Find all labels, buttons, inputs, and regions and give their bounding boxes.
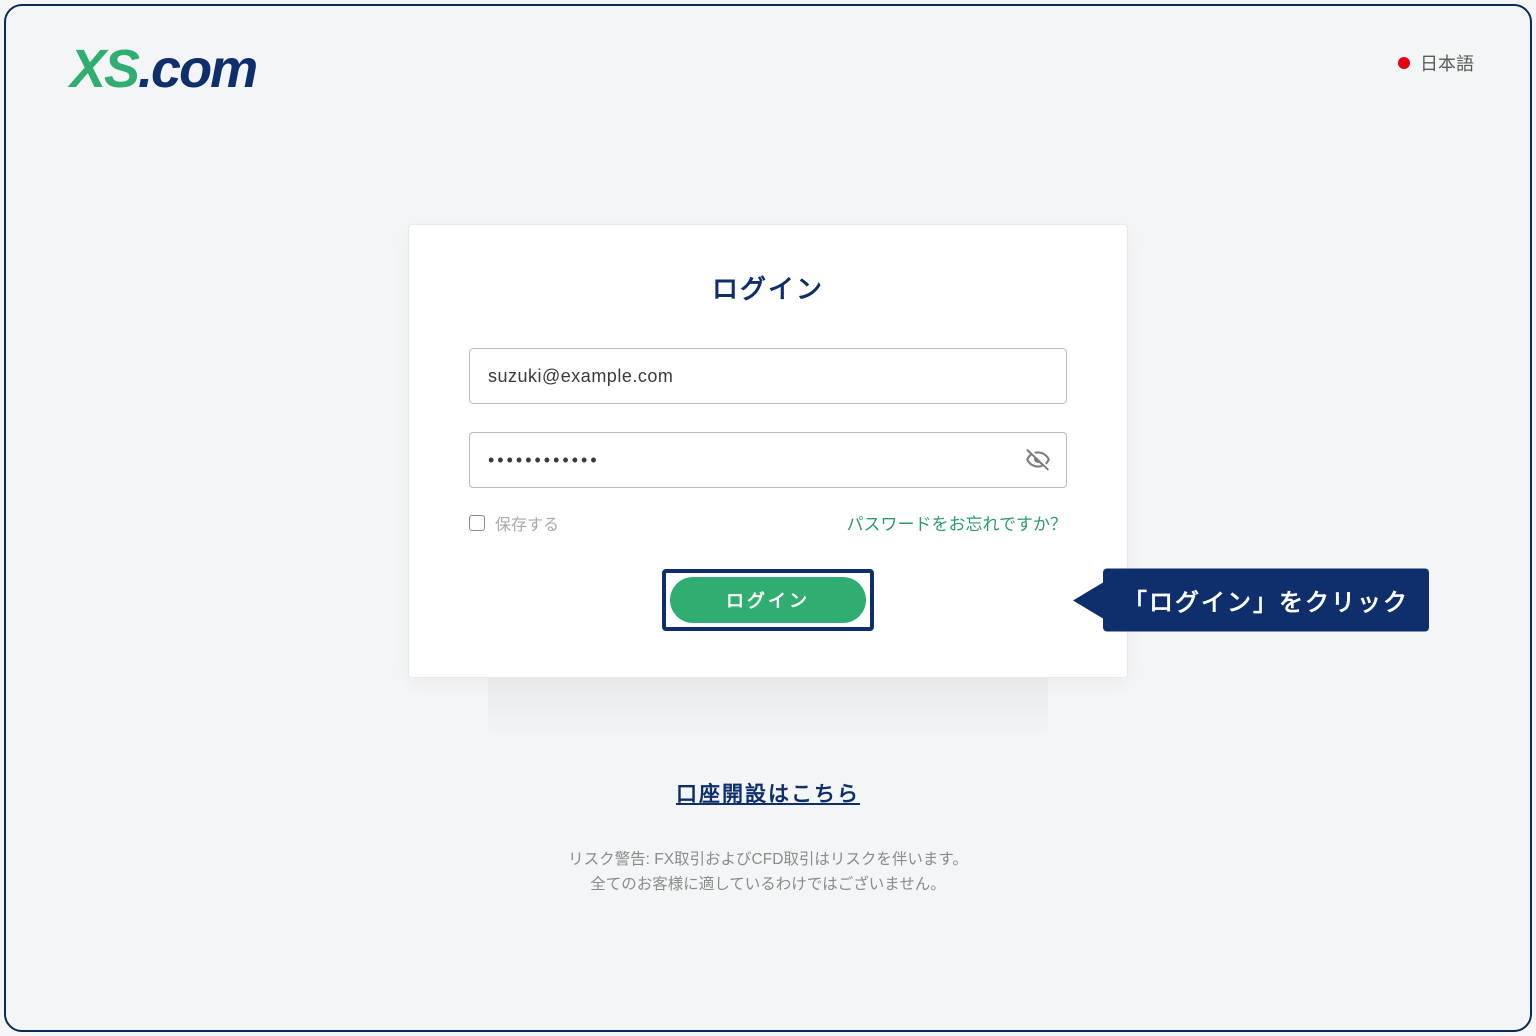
login-button[interactable]: ログイン xyxy=(670,577,866,623)
login-title: ログイン xyxy=(469,269,1067,306)
japan-flag-icon xyxy=(1398,57,1410,69)
signup-wrap: 口座開設はこちら xyxy=(6,778,1530,808)
card-shadow xyxy=(488,678,1048,734)
login-highlight-box: ログイン xyxy=(662,569,874,631)
login-card: ログイン 保存する パスワードをお忘れですか？ ログイン 「ログイン」をクリック xyxy=(408,224,1128,678)
logo-text-com: .com xyxy=(138,42,256,96)
eye-off-icon[interactable] xyxy=(1025,447,1051,473)
logo[interactable]: XS.com xyxy=(70,42,256,96)
language-selector[interactable]: 日本語 xyxy=(1398,50,1474,76)
options-row: 保存する パスワードをお忘れですか？ xyxy=(469,510,1067,535)
language-label: 日本語 xyxy=(1420,50,1474,76)
signup-link[interactable]: 口座開設はこちら xyxy=(676,783,860,806)
risk-line-1: リスク警告: FX取引およびCFD取引はリスクを伴います。 xyxy=(6,848,1530,873)
checkbox-icon xyxy=(469,515,485,531)
callout-wrap: 「ログイン」をクリック xyxy=(1073,569,1429,632)
password-field-wrap xyxy=(469,432,1067,488)
header: XS.com 日本語 xyxy=(6,6,1530,96)
email-field-wrap xyxy=(469,348,1067,404)
forgot-password-link[interactable]: パスワードをお忘れですか？ xyxy=(847,510,1068,535)
risk-warning: リスク警告: FX取引およびCFD取引はリスクを伴います。 全てのお客様に適して… xyxy=(6,848,1530,898)
risk-line-2: 全てのお客様に適しているわけではございません。 xyxy=(6,873,1530,898)
remember-checkbox[interactable]: 保存する xyxy=(469,511,559,535)
logo-text-xs: XS xyxy=(70,42,138,96)
remember-label: 保存する xyxy=(495,511,559,535)
password-field[interactable] xyxy=(469,432,1067,488)
callout-arrow-icon xyxy=(1073,582,1103,618)
email-field[interactable] xyxy=(469,348,1067,404)
callout-box: 「ログイン」をクリック xyxy=(1103,569,1429,632)
app-frame: XS.com 日本語 ログイン 保存する パスワードをお忘れですか？ xyxy=(4,4,1532,1032)
login-button-wrap: ログイン 「ログイン」をクリック xyxy=(469,569,1067,631)
